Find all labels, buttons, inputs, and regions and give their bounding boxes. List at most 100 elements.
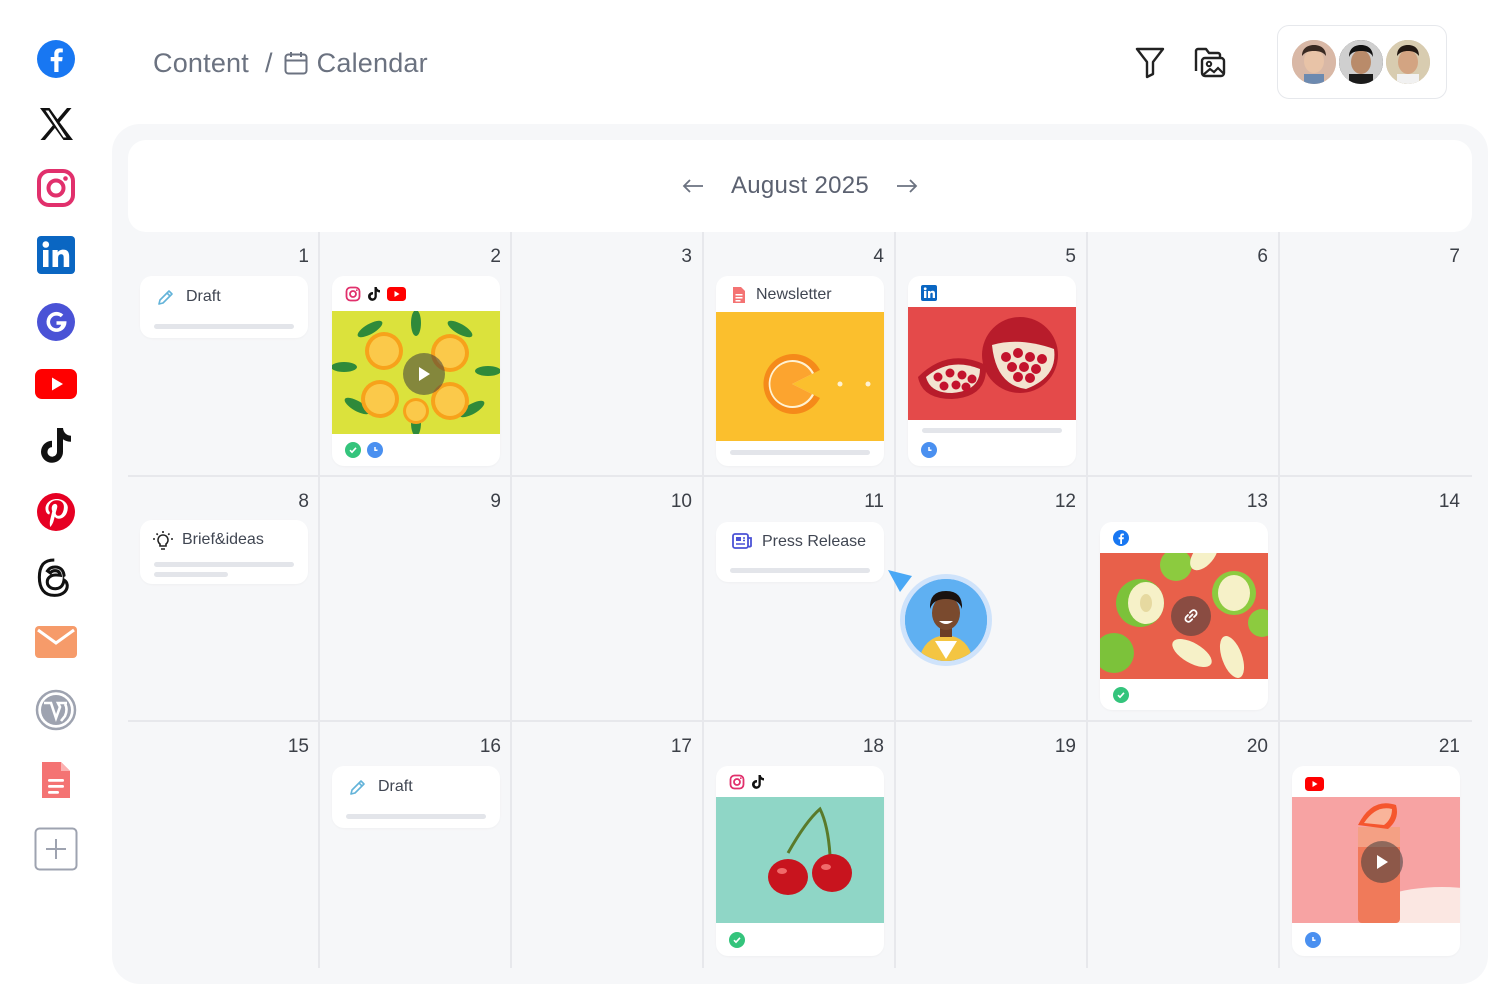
link-icon[interactable] xyxy=(1171,596,1211,636)
avatar xyxy=(1336,37,1386,87)
card-label: Press Release xyxy=(762,533,867,550)
document-icon[interactable] xyxy=(34,758,78,802)
day-number: 20 xyxy=(1246,736,1268,757)
avatar xyxy=(1289,37,1339,87)
day-number: 10 xyxy=(670,491,692,512)
youtube-icon xyxy=(1305,777,1324,796)
day-number: 18 xyxy=(862,736,884,757)
channel-sidebar xyxy=(0,0,112,984)
status-row xyxy=(921,442,937,458)
day-number: 2 xyxy=(490,246,501,267)
day-number: 19 xyxy=(1054,736,1076,757)
collaborator-avatar[interactable] xyxy=(900,574,992,666)
day-number: 13 xyxy=(1246,491,1268,512)
status-row xyxy=(729,932,745,948)
tiktok-icon[interactable] xyxy=(34,424,78,468)
post-card[interactable] xyxy=(1292,766,1460,956)
add-icon[interactable] xyxy=(34,827,78,871)
progress-placeholder xyxy=(154,324,294,329)
lightbulb-icon xyxy=(152,530,174,557)
avatar xyxy=(1383,37,1433,87)
draft-card[interactable]: Draft xyxy=(332,766,500,828)
day-number: 12 xyxy=(1054,491,1076,512)
tiktok-icon xyxy=(367,286,381,307)
linkedin-icon xyxy=(921,285,937,306)
brief-ideas-card[interactable]: Brief&ideas xyxy=(140,520,308,584)
oranges-thumbnail xyxy=(332,311,500,434)
card-label: Brief&ideas xyxy=(182,531,264,548)
newsletter-card[interactable]: Newsletter xyxy=(716,276,884,466)
grid-divider xyxy=(128,475,1472,477)
progress-placeholder xyxy=(730,450,870,455)
google-icon[interactable] xyxy=(34,300,78,344)
month-title: August 2025 xyxy=(730,172,870,199)
day-number: 4 xyxy=(873,246,884,267)
approved-check-icon xyxy=(729,932,745,948)
grid-divider xyxy=(128,720,1472,722)
instagram-icon xyxy=(345,286,361,307)
play-icon[interactable] xyxy=(1361,841,1403,883)
progress-placeholder xyxy=(346,814,486,819)
email-icon[interactable] xyxy=(34,620,78,664)
prev-month-button[interactable] xyxy=(675,168,711,204)
post-card[interactable] xyxy=(1100,522,1268,710)
scheduled-clock-icon xyxy=(1305,932,1321,948)
day-number: 5 xyxy=(1065,246,1076,267)
next-month-button[interactable] xyxy=(889,168,925,204)
day-number: 9 xyxy=(490,491,501,512)
day-number: 17 xyxy=(670,736,692,757)
post-card[interactable] xyxy=(908,276,1076,466)
filter-icon[interactable] xyxy=(1130,42,1170,82)
approved-check-icon xyxy=(345,442,361,458)
status-row xyxy=(1305,932,1321,948)
day-number: 14 xyxy=(1438,491,1460,512)
progress-placeholder xyxy=(730,568,870,573)
wordpress-icon[interactable] xyxy=(34,688,78,732)
day-number: 16 xyxy=(479,736,501,757)
day-number: 21 xyxy=(1438,736,1460,757)
post-card[interactable] xyxy=(332,276,500,466)
tiktok-icon xyxy=(751,774,765,795)
draft-card[interactable]: Draft xyxy=(140,276,308,338)
youtube-icon xyxy=(387,287,406,306)
status-row xyxy=(1113,687,1129,703)
facebook-icon[interactable] xyxy=(34,37,78,81)
platform-row xyxy=(729,774,765,795)
instagram-icon xyxy=(729,774,745,795)
grid-divider xyxy=(318,232,320,968)
pencil-icon xyxy=(348,777,368,802)
day-number: 7 xyxy=(1449,246,1460,267)
x-icon[interactable] xyxy=(34,102,78,146)
status-row xyxy=(345,442,383,458)
press-release-card[interactable]: Press Release xyxy=(716,522,884,582)
linkedin-icon[interactable] xyxy=(34,233,78,277)
apples-thumbnail xyxy=(1100,553,1268,679)
progress-placeholder xyxy=(154,572,228,577)
day-number: 15 xyxy=(287,736,309,757)
instagram-icon[interactable] xyxy=(34,166,78,210)
platform-row xyxy=(921,285,937,306)
progress-placeholder xyxy=(154,562,294,567)
team-avatars[interactable] xyxy=(1277,25,1447,99)
grid-divider xyxy=(894,232,896,968)
play-icon[interactable] xyxy=(403,353,445,395)
grid-divider xyxy=(1086,232,1088,968)
breadcrumb-separator: / xyxy=(264,47,273,78)
platform-row xyxy=(345,286,406,307)
post-card[interactable] xyxy=(716,766,884,956)
cherries-thumbnail xyxy=(716,797,884,923)
document-icon xyxy=(732,286,746,309)
progress-placeholder xyxy=(922,428,1062,433)
day-number: 11 xyxy=(864,491,884,512)
media-folder-icon[interactable] xyxy=(1190,42,1230,82)
pinterest-icon[interactable] xyxy=(34,490,78,534)
grid-divider xyxy=(510,232,512,968)
approved-check-icon xyxy=(1113,687,1129,703)
grapefruit-drink-thumbnail xyxy=(1292,797,1460,923)
platform-row xyxy=(1113,530,1129,551)
calendar-icon xyxy=(283,50,309,76)
threads-icon[interactable] xyxy=(34,556,78,600)
pencil-icon xyxy=(156,287,176,312)
youtube-icon[interactable] xyxy=(34,362,78,406)
breadcrumb-root[interactable]: Content xyxy=(153,48,249,79)
